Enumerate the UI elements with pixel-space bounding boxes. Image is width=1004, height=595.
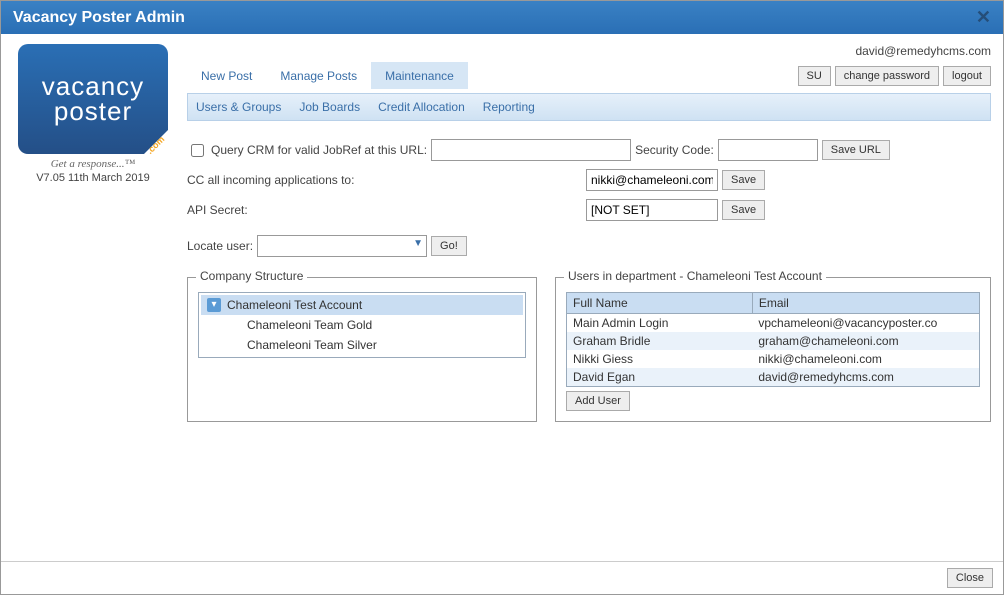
tree-item-label: Chameleoni Team Gold <box>247 318 372 332</box>
logo-line2: poster <box>54 96 132 127</box>
locate-user-input[interactable] <box>257 235 427 257</box>
tab-new-post[interactable]: New Post <box>187 62 266 89</box>
subtab-reporting[interactable]: Reporting <box>483 100 535 114</box>
api-secret-label: API Secret: <box>187 203 582 217</box>
su-button[interactable]: SU <box>798 66 831 86</box>
panels: Company Structure ▾ Chameleoni Test Acco… <box>187 265 991 422</box>
table-row[interactable]: Graham Bridle graham@chameleoni.com <box>567 332 980 350</box>
cell-email: vpchameleoni@vacancyposter.co <box>752 314 979 333</box>
cc-row: CC all incoming applications to: Save <box>187 169 991 191</box>
col-email[interactable]: Email <box>752 293 979 314</box>
version-label: V7.05 11th March 2019 <box>13 172 173 184</box>
main-tabs: New Post Manage Posts Maintenance <box>187 62 468 89</box>
window-title: Vacancy Poster Admin <box>13 9 185 27</box>
close-button[interactable]: Close <box>947 568 993 588</box>
table-row[interactable]: Main Admin Login vpchameleoni@vacancypos… <box>567 314 980 333</box>
admin-window: Vacancy Poster Admin ✕ vacancy poster .c… <box>0 0 1004 595</box>
subtab-job-boards[interactable]: Job Boards <box>299 100 360 114</box>
security-code-input[interactable] <box>718 139 818 161</box>
company-tree: ▾ Chameleoni Test Account Chameleoni Tea… <box>198 292 526 358</box>
main-panel: david@remedyhcms.com New Post Manage Pos… <box>173 44 991 561</box>
body-area: vacancy poster .com Get a response...™ V… <box>1 34 1003 561</box>
subtab-credit-allocation[interactable]: Credit Allocation <box>378 100 465 114</box>
change-password-button[interactable]: change password <box>835 66 939 86</box>
table-row[interactable]: David Egan david@remedyhcms.com <box>567 368 980 387</box>
save-url-button[interactable]: Save URL <box>822 140 890 160</box>
close-icon[interactable]: ✕ <box>976 7 991 28</box>
query-crm-url-input[interactable] <box>431 139 631 161</box>
tree-item-label: Chameleoni Team Silver <box>247 338 377 352</box>
tree-item[interactable]: Chameleoni Team Gold <box>201 315 523 335</box>
subtab-users-groups[interactable]: Users & Groups <box>196 100 281 114</box>
cell-name: David Egan <box>567 368 753 387</box>
tree-item-label: Chameleoni Test Account <box>227 298 362 312</box>
chevron-down-icon[interactable]: ▼ <box>413 238 423 249</box>
cell-name: Main Admin Login <box>567 314 753 333</box>
sidebar: vacancy poster .com Get a response...™ V… <box>13 44 173 561</box>
security-code-label: Security Code: <box>635 143 714 157</box>
query-crm-checkbox[interactable] <box>191 144 204 157</box>
logo: vacancy poster .com <box>18 44 168 154</box>
query-crm-label: Query CRM for valid JobRef at this URL: <box>211 143 427 157</box>
cell-email: nikki@chameleoni.com <box>752 350 979 368</box>
locate-user-row: Locate user: ▼ Go! <box>187 235 991 257</box>
tab-maintenance[interactable]: Maintenance <box>371 62 468 89</box>
tree-item[interactable]: Chameleoni Team Silver <box>201 335 523 355</box>
cell-name: Graham Bridle <box>567 332 753 350</box>
titlebar: Vacancy Poster Admin ✕ <box>1 1 1003 34</box>
add-user-button[interactable]: Add User <box>566 391 630 411</box>
cell-name: Nikki Giess <box>567 350 753 368</box>
user-email: david@remedyhcms.com <box>187 44 991 58</box>
cell-email: graham@chameleoni.com <box>752 332 979 350</box>
col-full-name[interactable]: Full Name <box>567 293 753 314</box>
sub-tabs: Users & Groups Job Boards Credit Allocat… <box>187 93 991 121</box>
cc-save-button[interactable]: Save <box>722 170 765 190</box>
users-panel-legend: Users in department - Chameleoni Test Ac… <box>564 269 826 283</box>
tree-item-root[interactable]: ▾ Chameleoni Test Account <box>201 295 523 315</box>
cell-email: david@remedyhcms.com <box>752 368 979 387</box>
api-secret-save-button[interactable]: Save <box>722 200 765 220</box>
header-buttons: SU change password logout <box>798 66 992 86</box>
footer: Close <box>1 561 1003 594</box>
form-area: Query CRM for valid JobRef at this URL: … <box>187 139 991 422</box>
api-secret-input[interactable] <box>586 199 718 221</box>
cc-label: CC all incoming applications to: <box>187 173 582 187</box>
users-panel: Users in department - Chameleoni Test Ac… <box>555 277 991 422</box>
tagline: Get a response...™ <box>13 158 173 170</box>
query-crm-row: Query CRM for valid JobRef at this URL: … <box>187 139 991 161</box>
users-table: Full Name Email Main Admin Login vpchame… <box>566 292 980 387</box>
top-row: New Post Manage Posts Maintenance SU cha… <box>187 62 991 89</box>
collapse-icon[interactable]: ▾ <box>207 298 221 312</box>
go-button[interactable]: Go! <box>431 236 467 256</box>
company-structure-legend: Company Structure <box>196 269 307 283</box>
tab-manage-posts[interactable]: Manage Posts <box>266 62 371 89</box>
api-secret-row: API Secret: Save <box>187 199 991 221</box>
table-row[interactable]: Nikki Giess nikki@chameleoni.com <box>567 350 980 368</box>
cc-input[interactable] <box>586 169 718 191</box>
company-structure-panel: Company Structure ▾ Chameleoni Test Acco… <box>187 277 537 422</box>
locate-user-label: Locate user: <box>187 239 253 253</box>
logout-button[interactable]: logout <box>943 66 991 86</box>
